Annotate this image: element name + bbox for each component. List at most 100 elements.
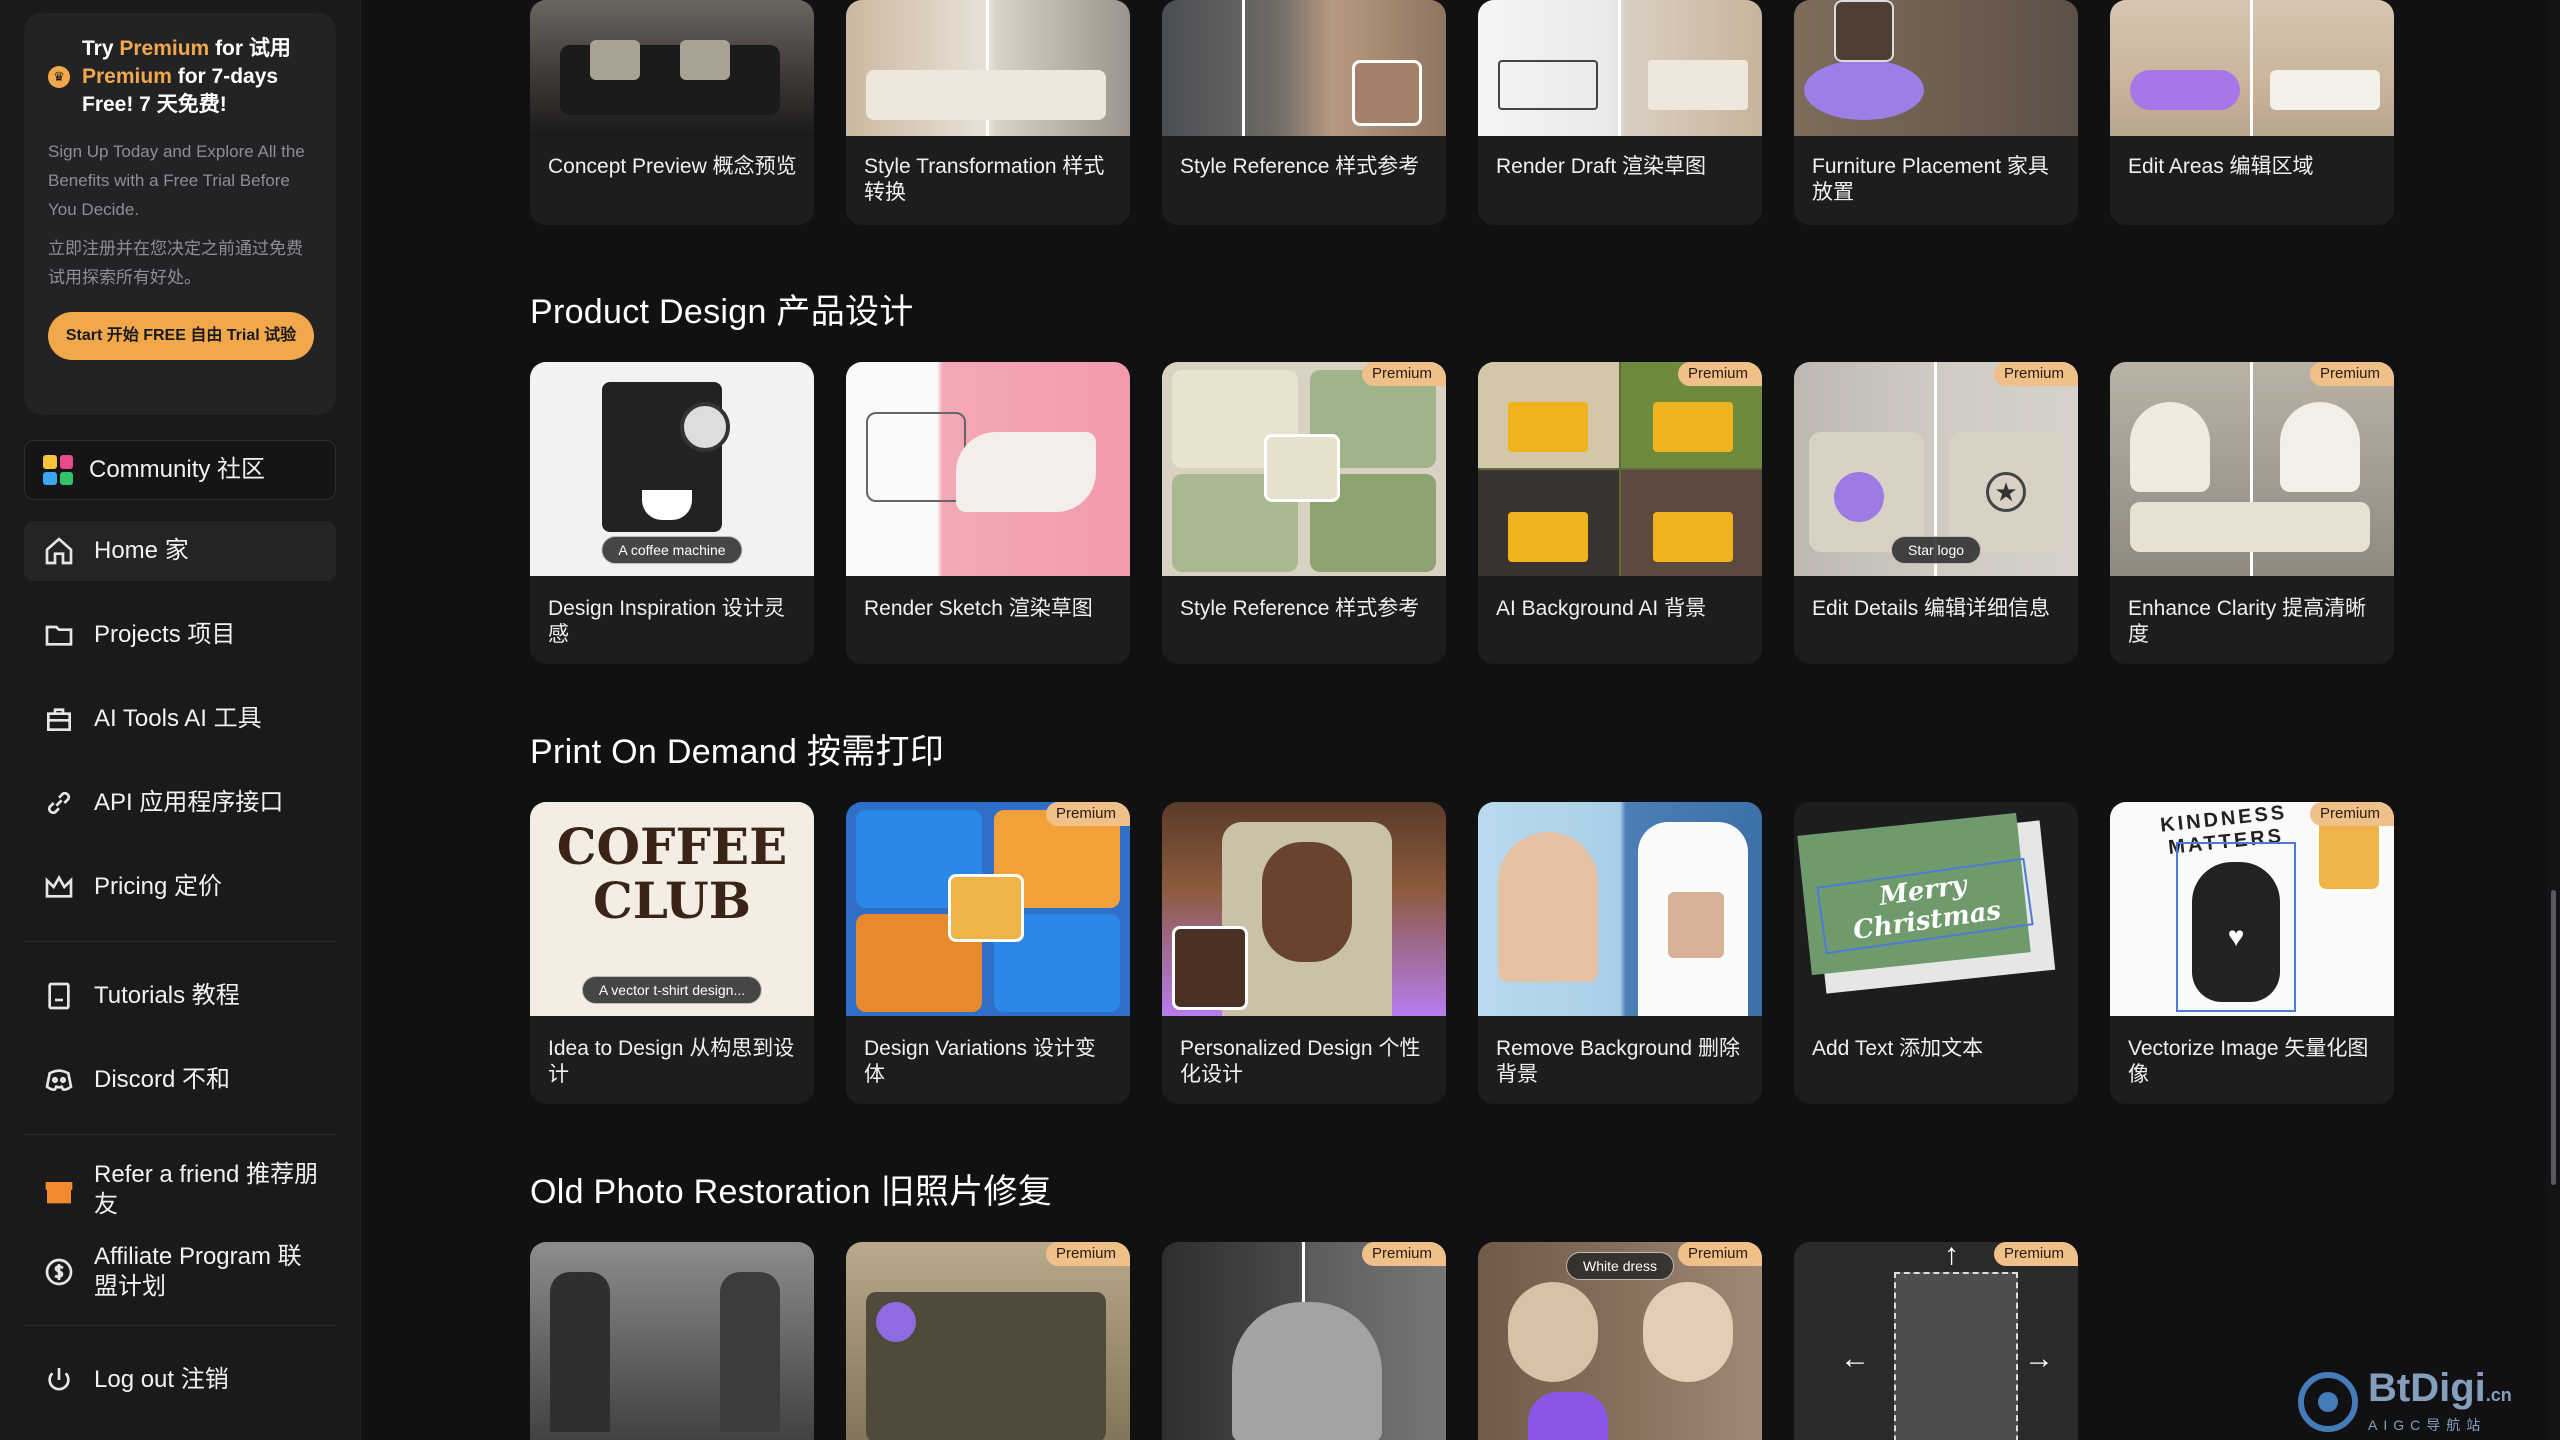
sidebar-item-label: Community 社区 — [89, 456, 266, 483]
tool-card-style-reference-product[interactable]: Premium Style Reference 样式参考 — [1162, 362, 1446, 664]
tool-card-remove-background[interactable]: Remove Background 删除背景 — [1478, 802, 1762, 1104]
tool-card-ai-background[interactable]: Premium AI Background AI 背景 — [1478, 362, 1762, 664]
card-label: Idea to Design 从构思到设计 — [548, 1037, 795, 1086]
tool-card-furniture-placement[interactable]: Furniture Placement 家具放置 — [1794, 0, 2078, 225]
discord-icon — [42, 1063, 76, 1097]
tool-card-old-photo-2[interactable]: Premium — [846, 1242, 1130, 1440]
tool-card-old-photo-3[interactable]: Premium — [1162, 1242, 1446, 1440]
tool-card-style-reference[interactable]: Style Reference 样式参考 — [1162, 0, 1446, 225]
scrollbar-thumb[interactable] — [2551, 890, 2556, 1185]
promo-title-accent: Premium — [119, 37, 210, 60]
promo-title-prefix: Try — [82, 37, 120, 60]
tool-card-personalized-design[interactable]: Personalized Design 个性化设计 — [1162, 802, 1446, 1104]
tool-card-old-photo-4[interactable]: Premium White dress — [1478, 1242, 1762, 1440]
premium-badge: Premium — [1993, 1242, 2078, 1266]
premium-badge: Premium — [2309, 362, 2394, 386]
tool-card-edit-details[interactable]: Premium ★ Star logo Edit Details 编辑详细信息 — [1794, 362, 2078, 664]
tool-card-old-photo-1[interactable] — [530, 1242, 814, 1440]
premium-badge: Premium — [1677, 1242, 1762, 1266]
card-label: Add Text 添加文本 — [1812, 1037, 1984, 1060]
premium-badge: Premium — [1361, 362, 1446, 386]
sidebar-item-api[interactable]: API 应用程序接口 — [24, 773, 336, 833]
toolbox-icon — [42, 702, 76, 736]
card-thumbnail — [1478, 362, 1762, 576]
card-thumbnail — [530, 1242, 814, 1440]
tool-card-design-inspiration[interactable]: A coffee machine Design Inspiration 设计灵感 — [530, 362, 814, 664]
card-thumbnail — [2110, 362, 2394, 576]
sidebar-item-pricing[interactable]: Pricing 定价 — [24, 857, 336, 917]
tool-card-add-text[interactable]: Merry Christmas Add Text 添加文本 — [1794, 802, 2078, 1104]
sidebar: ♛ Try Premium for 试用 Premium for 7-days … — [0, 0, 361, 1440]
sidebar-item-label: Refer a friend 推荐朋友 — [94, 1161, 319, 1218]
tool-card-render-draft[interactable]: Render Draft 渲染草图 — [1478, 0, 1762, 225]
card-thumbnail — [1794, 0, 2078, 136]
home-icon — [42, 534, 76, 568]
promo-description-cn: 立即注册并在您决定之前通过免费试用探索所有好处。 — [48, 239, 303, 287]
tool-card-design-variations[interactable]: Premium Design Variations 设计变体 — [846, 802, 1130, 1104]
sidebar-item-home[interactable]: Home 家 — [24, 521, 336, 581]
tool-card-idea-to-design[interactable]: COFFEE CLUB A vector t-shirt design... I… — [530, 802, 814, 1104]
sidebar-item-projects[interactable]: Projects 项目 — [24, 605, 336, 665]
tool-card-concept-preview[interactable]: Concept Preview 概念预览 — [530, 0, 814, 225]
card-label: Style Reference 样式参考 — [1180, 597, 1420, 620]
sidebar-item-label: AI Tools AI 工具 — [94, 705, 262, 732]
card-label: Personalized Design 个性化设计 — [1180, 1037, 1421, 1086]
card-thumbnail — [2110, 0, 2394, 136]
card-label: Remove Background 删除背景 — [1496, 1037, 1740, 1086]
sidebar-item-label: Tutorials 教程 — [94, 982, 240, 1009]
sidebar-item-refer-friend[interactable]: Refer a friend 推荐朋友 — [24, 1159, 336, 1221]
link-icon — [42, 786, 76, 820]
tool-card-edit-areas[interactable]: Edit Areas 编辑区域 — [2110, 0, 2394, 225]
sidebar-item-discord[interactable]: Discord 不和 — [24, 1050, 336, 1110]
card-thumbnail — [1478, 802, 1762, 1016]
card-thumbnail: Merry Christmas — [1794, 802, 2078, 1016]
start-free-trial-button[interactable]: Start 开始 FREE 自由 Trial 试验 — [48, 312, 314, 360]
promo-title: Try Premium for 试用 Premium for 7-days Fr… — [82, 35, 312, 119]
tool-card-vectorize-image[interactable]: Premium KINDNESS MATTERS ♥ Vectorize Ima… — [2110, 802, 2394, 1104]
promo-title-mid: for 试用 — [209, 37, 291, 60]
premium-badge: Premium — [1677, 362, 1762, 386]
logout-button[interactable]: Log out 注销 — [24, 1350, 336, 1410]
sidebar-item-label: Projects 项目 — [94, 621, 236, 648]
sidebar-item-affiliate[interactable]: Affiliate Program 联盟计划 — [24, 1241, 336, 1303]
card-thumbnail: A coffee machine — [530, 362, 814, 576]
card-thumbnail — [1162, 362, 1446, 576]
scrollbar-track[interactable] — [2547, 0, 2560, 1440]
card-thumbnail — [846, 0, 1130, 136]
watermark-tld: .cn — [2485, 1385, 2512, 1405]
watermark-logo-icon — [2298, 1371, 2358, 1432]
card-label: Edit Areas 编辑区域 — [2128, 155, 2314, 178]
sidebar-item-label: Home 家 — [94, 537, 189, 564]
prompt-pill: A vector t-shirt design... — [581, 976, 763, 1004]
premium-promo-card: ♛ Try Premium for 试用 Premium for 7-days … — [24, 13, 336, 415]
card-thumbnail — [1478, 0, 1762, 136]
watermark: BtDigi.cn AIGC导航站 — [2298, 1368, 2512, 1435]
tool-card-render-sketch[interactable]: Render Sketch 渲染草图 — [846, 362, 1130, 664]
card-thumbnail — [1162, 0, 1446, 136]
prompt-pill: Star logo — [1890, 536, 1982, 564]
card-thumbnail — [1162, 1242, 1446, 1440]
premium-badge: Premium — [1361, 1242, 1446, 1266]
sidebar-item-ai-tools[interactable]: AI Tools AI 工具 — [24, 689, 336, 749]
tool-card-old-photo-5[interactable]: Premium ← → ↑ — [1794, 1242, 2078, 1440]
card-thumbnail — [846, 1242, 1130, 1440]
section-title-print-on-demand: Print On Demand 按需打印 — [530, 733, 945, 771]
tool-card-enhance-clarity[interactable]: Premium Enhance Clarity 提高清晰度 — [2110, 362, 2394, 664]
sidebar-item-community[interactable]: Community 社区 — [24, 440, 336, 500]
watermark-subtitle: AIGC导航站 — [2368, 1417, 2487, 1433]
card-label: Style Reference 样式参考 — [1180, 155, 1420, 178]
card-thumbnail: ★ Star logo — [1794, 362, 2078, 576]
arrow-right-icon: → — [2024, 1342, 2054, 1375]
tool-card-style-transformation[interactable]: Style Transformation 样式转换 — [846, 0, 1130, 225]
gift-icon — [42, 1173, 76, 1207]
main-content: Concept Preview 概念预览 Style Transformatio… — [530, 0, 2400, 1440]
card-thumbnail — [530, 0, 814, 136]
card-label: AI Background AI 背景 — [1496, 597, 1707, 620]
sidebar-item-label: API 应用程序接口 — [94, 789, 284, 816]
sidebar-item-tutorials[interactable]: Tutorials 教程 — [24, 966, 336, 1026]
dollar-circle-icon — [42, 1255, 76, 1289]
crown-icon: ♛ — [48, 66, 70, 88]
card-thumbnail: COFFEE CLUB A vector t-shirt design... — [530, 802, 814, 1016]
promo-description: Sign Up Today and Explore All the Benefi… — [48, 142, 305, 219]
card-thumbnail — [846, 802, 1130, 1016]
